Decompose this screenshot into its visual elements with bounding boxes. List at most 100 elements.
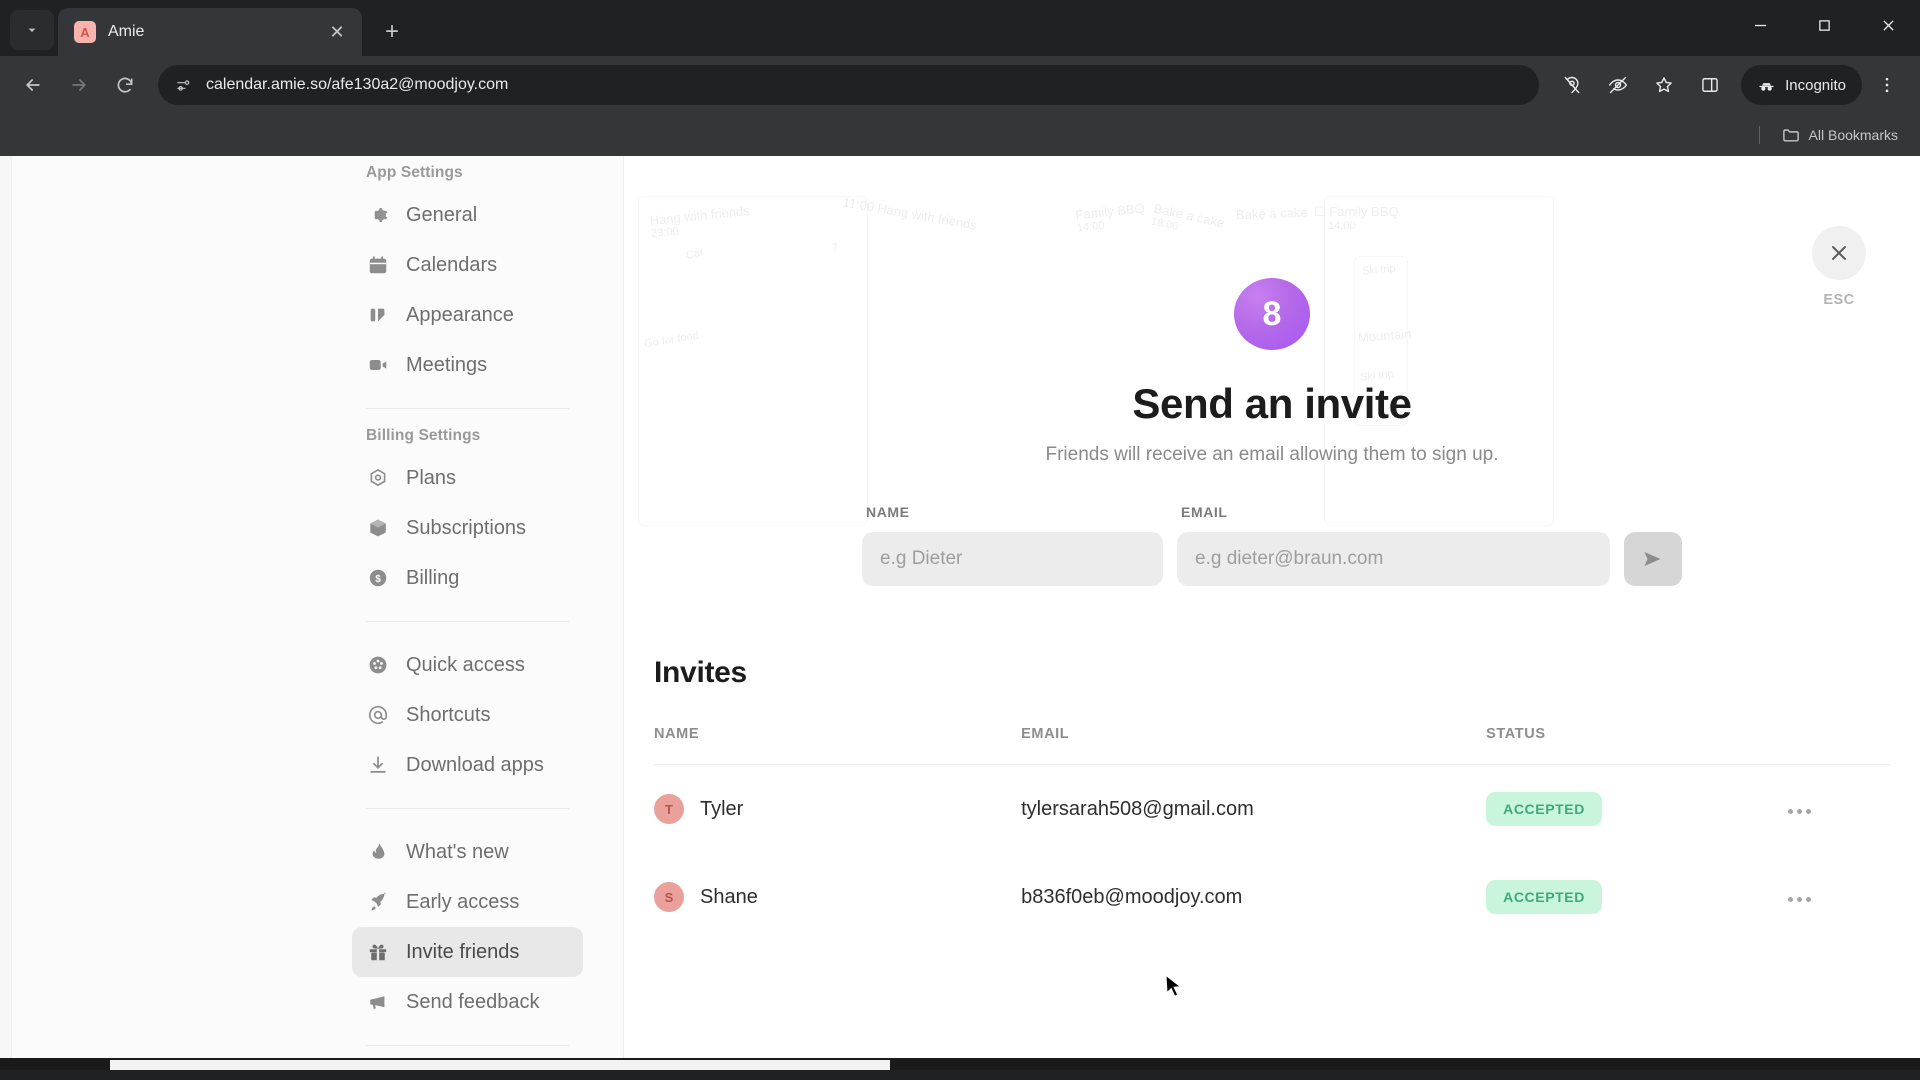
browser-tab[interactable]: A Amie ✕ [58, 8, 362, 56]
close-x-icon[interactable] [1812, 226, 1866, 280]
address-bar[interactable]: calendar.amie.so/afe130a2@moodjoy.com [158, 65, 1540, 105]
three-dot-menu-icon[interactable] [1866, 64, 1908, 106]
ghost-event: Car [684, 246, 705, 262]
amie-favicon-icon: A [74, 21, 96, 43]
sidebar-label: Invite friends [406, 940, 520, 963]
bookmarks-bar: All Bookmarks [0, 114, 1920, 156]
box-icon [366, 516, 390, 540]
sidebar-divider-bottom [366, 1045, 569, 1046]
back-icon[interactable] [12, 64, 54, 106]
sidebar-item-download-apps[interactable]: Download apps [352, 740, 583, 790]
section-label-app-settings: App Settings [366, 164, 463, 181]
sidebar-item-send-feedback[interactable]: Send feedback [352, 977, 583, 1027]
sidebar-item-subscriptions[interactable]: Subscriptions [352, 503, 583, 553]
invites-section: Invites NAME EMAIL STATUS T Tyler tylers… [624, 586, 1920, 941]
sidebar-item-general[interactable]: General [352, 190, 583, 240]
send-invite-button[interactable] [1623, 532, 1682, 586]
sidebar-item-shortcuts[interactable]: Shortcuts [352, 690, 583, 740]
video-camera-icon [366, 353, 390, 377]
ghost-event: Family BBQ 14:00 [1074, 200, 1146, 235]
cell-name: T Tyler [654, 765, 1021, 854]
sidebar-divider [366, 408, 569, 409]
sidebar-label: Billing [406, 566, 460, 589]
tab-strip: A Amie ✕ + [0, 0, 1920, 56]
avatar: S [654, 882, 684, 912]
row-menu-icon[interactable] [1780, 889, 1819, 910]
email-label: EMAIL [1181, 504, 1228, 520]
sidebar-item-billing[interactable]: $ Billing [352, 553, 583, 603]
new-tab-button[interactable]: + [372, 12, 412, 52]
tab-title: Amie [108, 23, 145, 40]
sidebar-item-quick-access[interactable]: Quick access [352, 640, 583, 690]
page-settings-icon[interactable] [172, 74, 194, 96]
table-row[interactable]: S Shane b836f0eb@moodjoy.com ACCEPTED [654, 853, 1890, 941]
esc-label: ESC [1823, 292, 1855, 308]
settings-sidebar: App Settings General Calendars Appearanc… [12, 156, 624, 1070]
sidebar-item-meetings[interactable]: Meetings [352, 340, 583, 390]
gift-icon [366, 940, 390, 964]
reload-icon[interactable] [104, 64, 146, 106]
page-subtitle: Friends will receive an email allowing t… [1045, 444, 1499, 465]
tab-search-button[interactable] [10, 10, 54, 50]
sidebar-item-invite-friends[interactable]: Invite friends [352, 927, 583, 977]
sidebar-item-early-access[interactable]: Early access [352, 877, 583, 927]
sidebar-item-plans[interactable]: Plans [352, 453, 583, 503]
close-modal-control[interactable]: ESC [1812, 226, 1866, 308]
incognito-indicator[interactable]: Incognito [1741, 65, 1862, 105]
invite-count-badge: 8 [1234, 278, 1310, 350]
left-gutter [0, 156, 12, 1070]
maximize-icon[interactable] [1792, 0, 1856, 50]
table-header-row: NAME EMAIL STATUS [654, 726, 1890, 765]
cell-name: S Shane [654, 853, 1021, 941]
table-row[interactable]: T Tyler tylersarah508@gmail.com ACCEPTED [654, 765, 1890, 854]
sidebar-label: What's new [406, 840, 509, 863]
close-icon[interactable]: ✕ [324, 19, 350, 45]
appearance-icon [366, 303, 390, 327]
avatar: T [654, 794, 684, 824]
sidebar-item-whats-new[interactable]: What's new [352, 827, 583, 877]
window-controls [1728, 0, 1920, 50]
all-bookmarks-button[interactable]: All Bookmarks [1776, 123, 1904, 147]
sidebar-label: Calendars [406, 253, 498, 276]
section-label-billing-settings: Billing Settings [366, 427, 481, 444]
sidebar-label: Plans [406, 466, 457, 489]
ghost-event: Mountain [1357, 326, 1412, 345]
download-icon [366, 753, 390, 777]
sidebar-item-appearance[interactable]: Appearance [352, 290, 583, 340]
ghost-event: ☐ Family BBQ 14:00 [1314, 204, 1399, 232]
sidebar-label: Quick access [406, 653, 525, 676]
bookmark-star-icon[interactable] [1643, 64, 1685, 106]
minimize-icon[interactable] [1728, 0, 1792, 50]
sidebar-label: Meetings [406, 353, 488, 376]
forward-icon[interactable] [58, 64, 100, 106]
row-menu-icon[interactable] [1780, 801, 1819, 822]
sidebar-label: General [406, 203, 478, 226]
sidebar-label: Early access [406, 890, 520, 913]
ghost-event: Bake a cake 18:00 [1149, 200, 1226, 233]
sidebar-label: Download apps [406, 753, 544, 776]
ghost-event: Hang with friends 23:00 [648, 202, 751, 241]
page-viewport: App Settings General Calendars Appearanc… [0, 156, 1920, 1070]
close-window-icon[interactable] [1856, 0, 1920, 50]
cell-status: ACCEPTED [1486, 765, 1780, 854]
sidebar-divider [366, 808, 569, 809]
svg-text:$: $ [375, 574, 381, 585]
email-input[interactable] [1177, 532, 1610, 586]
eye-off-icon[interactable] [1597, 64, 1639, 106]
name-input[interactable] [862, 532, 1163, 586]
location-blocked-icon[interactable] [1551, 64, 1593, 106]
status-badge: ACCEPTED [1486, 792, 1602, 826]
invites-table: NAME EMAIL STATUS T Tyler tylersarah508@… [654, 726, 1890, 941]
grid-circle-icon [366, 653, 390, 677]
email-field-group: EMAIL [1177, 504, 1610, 586]
incognito-label: Incognito [1785, 76, 1846, 94]
bookmarks-divider [1758, 126, 1760, 144]
invite-hero: Hang with friends 23:00 Car 7 Go for food… [624, 156, 1920, 586]
sidebar-item-calendars[interactable]: Calendars [352, 240, 583, 290]
calendar-icon [366, 253, 390, 277]
status-badge: ACCEPTED [1486, 880, 1602, 914]
side-panel-icon[interactable] [1689, 64, 1731, 106]
bottom-edge [0, 1058, 1920, 1070]
cell-actions [1780, 853, 1890, 941]
hexagon-icon [366, 466, 390, 490]
